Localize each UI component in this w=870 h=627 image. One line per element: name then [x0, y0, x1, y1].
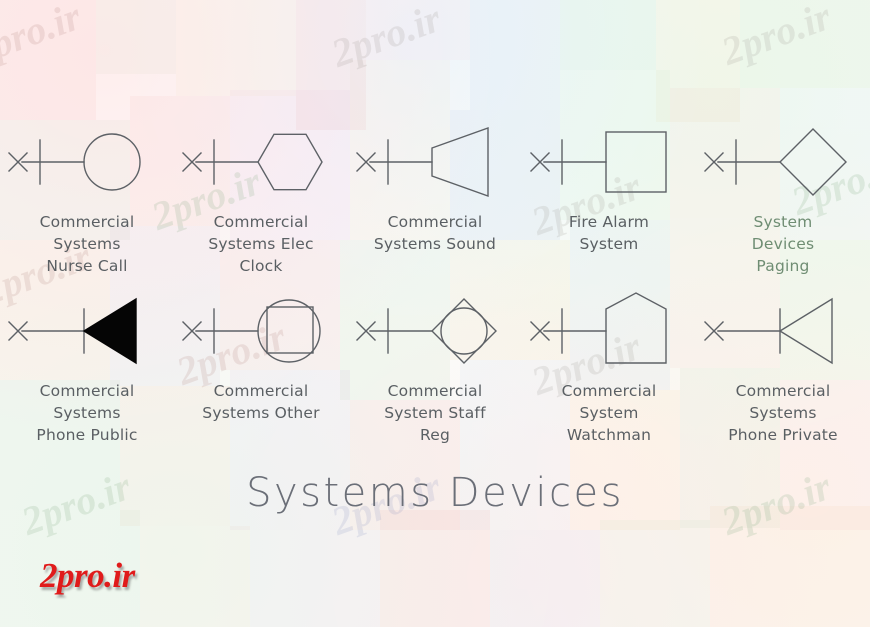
- symbol-label-commercial-systems-elec-clock: Commercial Systems Elec Clock: [208, 213, 314, 275]
- symbol-label-fire-alarm-system: Fire Alarm System: [568, 213, 650, 253]
- symbol-label-commercial-systems-sound: Commercial Systems Sound: [373, 213, 497, 253]
- symbol-cell-commercial-systems-elec-clock[interactable]: Commercial Systems Elec Clock: [174, 122, 348, 277]
- device-symbol-diamond-with-circle: [431, 298, 497, 364]
- symbol-graphic-commercial-systems-sound: [356, 127, 489, 197]
- device-symbol-circle: [83, 133, 141, 191]
- symbol-cell-fire-alarm-system[interactable]: Fire Alarm System: [522, 122, 696, 277]
- symbol-cell-commercial-systems-nurse-call[interactable]: Commercial Systems Nurse Call: [0, 122, 174, 277]
- symbol-graphic-commercial-systems-phone-private: [704, 297, 833, 365]
- symbol-graphic-commercial-system-staff-reg: [356, 298, 497, 364]
- symbol-graphic-fire-alarm-system: [530, 131, 667, 193]
- device-symbol-hexagon: [257, 133, 323, 191]
- symbol-graphic-commercial-systems-nurse-call: [8, 133, 141, 191]
- symbol-cell-commercial-system-watchman[interactable]: Commercial System Watchman: [522, 291, 696, 446]
- symbol-cell-commercial-systems-sound[interactable]: Commercial Systems Sound: [348, 122, 522, 277]
- symbol-label-system-devices-paging: System Devices Paging: [751, 213, 815, 275]
- device-symbol-diamond: [779, 128, 847, 196]
- device-symbol-triangle-left: [82, 297, 137, 365]
- symbol-grid: Commercial Systems Nurse Call Commercial …: [0, 122, 870, 446]
- drawing-sheet: 2pro.ir2pro.ir2pro.ir2pro.ir2pro.ir2pro.…: [0, 0, 870, 627]
- symbol-cell-commercial-systems-phone-public[interactable]: Commercial Systems Phone Public: [0, 291, 174, 446]
- device-symbol-triangle-left: [778, 297, 833, 365]
- symbols-row-2: Commercial Systems Phone Public Commercia…: [0, 291, 870, 446]
- symbol-cell-commercial-system-staff-reg[interactable]: Commercial System Staff Reg: [348, 291, 522, 446]
- symbol-label-commercial-systems-other: Commercial Systems Other: [202, 382, 320, 422]
- symbol-graphic-commercial-systems-other: [182, 299, 321, 363]
- symbol-label-commercial-systems-phone-private: Commercial Systems Phone Private: [728, 382, 838, 444]
- device-symbol-circle-with-square: [257, 299, 321, 363]
- symbol-graphic-commercial-systems-phone-public: [8, 297, 137, 365]
- device-symbol-trapezoid-speaker: [431, 127, 489, 197]
- device-symbol-pentagon-house: [605, 292, 667, 364]
- brand-logo: 2pro.ir: [40, 556, 135, 595]
- symbol-graphic-commercial-systems-elec-clock: [182, 133, 323, 191]
- symbols-row-1: Commercial Systems Nurse Call Commercial …: [0, 122, 870, 277]
- symbol-label-commercial-systems-phone-public: Commercial Systems Phone Public: [36, 382, 138, 444]
- symbol-label-commercial-systems-nurse-call: Commercial Systems Nurse Call: [39, 213, 135, 275]
- device-symbol-square: [605, 131, 667, 193]
- symbol-cell-system-devices-paging[interactable]: System Devices Paging: [696, 122, 870, 277]
- symbol-cell-commercial-systems-other[interactable]: Commercial Systems Other: [174, 291, 348, 446]
- sheet-title: Systems Devices: [246, 470, 624, 516]
- symbol-graphic-commercial-system-watchman: [530, 292, 667, 364]
- symbol-label-commercial-system-staff-reg: Commercial System Staff Reg: [384, 382, 486, 444]
- symbol-graphic-system-devices-paging: [704, 128, 847, 196]
- symbol-label-commercial-system-watchman: Commercial System Watchman: [561, 382, 657, 444]
- symbol-cell-commercial-systems-phone-private[interactable]: Commercial Systems Phone Private: [696, 291, 870, 446]
